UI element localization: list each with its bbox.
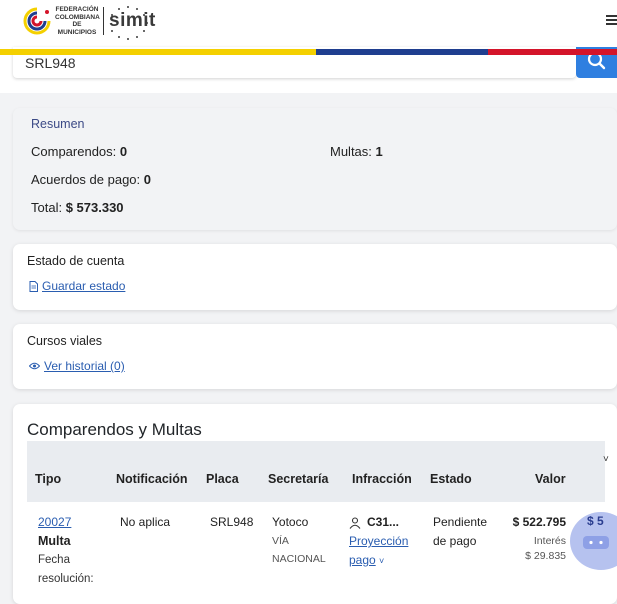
via-line-1: VÍA xyxy=(272,535,289,547)
document-icon xyxy=(29,280,38,292)
comparendo-number-link[interactable]: 20027 xyxy=(38,513,94,532)
row-tipo: Multa xyxy=(38,534,71,548)
fecha-label-2: resolución: xyxy=(38,573,94,585)
acuerdos-count: Acuerdos de pago: 0 xyxy=(31,172,151,187)
cursos-viales-card: Cursos viales Ver historial (0) xyxy=(13,324,617,389)
flag-blue xyxy=(316,49,488,55)
multas-label: Multas: xyxy=(330,144,372,159)
via-line-2: NACIONAL xyxy=(272,553,326,565)
col-valor[interactable]: Valor xyxy=(535,472,566,486)
proyeccion-line-2: pago xyxy=(349,553,376,567)
resumen-title: Resumen xyxy=(31,117,85,131)
eye-icon xyxy=(29,362,40,370)
infraccion-code-text: C31... xyxy=(367,515,400,529)
comparendos-multas-title: Comparendos y Multas xyxy=(27,420,202,439)
federation-line-3: DE MUNICIPIOS xyxy=(57,21,97,36)
interes-label: Interés xyxy=(533,535,566,547)
guardar-estado-link[interactable]: Guardar estado xyxy=(29,279,125,293)
col-secretaria[interactable]: Secretaría xyxy=(268,472,328,486)
person-icon xyxy=(349,516,361,529)
estado-line-2: de pago xyxy=(433,534,477,548)
col-estado[interactable]: Estado xyxy=(430,472,472,486)
row-placa: SRL948 xyxy=(210,515,254,529)
fecha-label-1: Fecha xyxy=(38,554,70,566)
proyeccion-line-2-wrap: pago ˅ xyxy=(349,551,408,571)
estado-cuenta-title: Estado de cuenta xyxy=(27,254,125,268)
fcm-simit-logo[interactable]: FEDERACIÓN COLOMBIANA DE MUNICIPIOS simi… xyxy=(22,6,156,40)
federation-line-1: FEDERACIÓN xyxy=(55,6,99,13)
row-valor: $ 522.795 Interés $ 29.835 xyxy=(500,513,566,562)
proyeccion-pago-link[interactable]: Proyección pago ˅ xyxy=(349,532,408,571)
proyeccion-line-1: Proyección xyxy=(349,534,409,548)
estado-line-1: Pendiente xyxy=(433,515,488,529)
secretaria-name: Yotoco xyxy=(272,515,309,529)
total-amount: Total: $ 573.330 xyxy=(31,200,124,215)
col-notificacion[interactable]: Notificación xyxy=(116,472,188,486)
estado-cuenta-card: Estado de cuenta Guardar estado xyxy=(13,244,617,310)
interes-value: $ 29.835 xyxy=(525,550,566,562)
row-notificacion: No aplica xyxy=(120,515,171,529)
ver-historial-label: Ver historial (0) xyxy=(44,359,125,373)
total-value: $ 573.330 xyxy=(65,200,124,215)
guardar-estado-label: Guardar estado xyxy=(42,279,126,293)
flag-yellow xyxy=(0,49,316,55)
table-row: 20027 Multa Fecha resolución: xyxy=(38,513,94,589)
comparendos-label: Comparendos: xyxy=(31,144,117,159)
federation-name: FEDERACIÓN COLOMBIANA DE MUNICIPIOS xyxy=(55,6,100,36)
chatbot-icon[interactable] xyxy=(580,532,612,552)
chevron-down-icon: ˅ xyxy=(379,556,385,566)
simit-brand: simit xyxy=(109,6,156,40)
hamburger-menu-icon[interactable] xyxy=(605,13,617,27)
col-tipo[interactable]: Tipo xyxy=(35,472,61,486)
resumen-card: Resumen Comparendos: 0 Multas: 1 Acuerdo… xyxy=(13,108,617,230)
acuerdos-value: 0 xyxy=(143,172,151,187)
flag-stripe xyxy=(0,49,617,55)
comparendos-multas-card: Comparendos y Multas xyxy=(13,404,617,604)
comparendos-value: 0 xyxy=(119,144,128,159)
comparendos-count: Comparendos: 0 xyxy=(31,144,127,159)
top-navbar: FEDERACIÓN COLOMBIANA DE MUNICIPIOS simi… xyxy=(0,0,617,49)
col-infraccion[interactable]: Infracción xyxy=(352,472,412,486)
acuerdos-label: Acuerdos de pago: xyxy=(31,172,141,187)
ver-historial-link[interactable]: Ver historial (0) xyxy=(29,359,125,373)
row-total-partial: $ 5 xyxy=(587,514,604,528)
valor-amount: $ 522.795 xyxy=(512,515,566,529)
multas-count: Multas: 1 xyxy=(330,144,383,159)
col-placa[interactable]: Placa xyxy=(206,472,239,486)
fcm-logo-icon xyxy=(23,7,51,35)
flag-red xyxy=(488,49,617,55)
simit-stars-icon xyxy=(111,6,148,40)
federation-line-2: COLOMBIANA xyxy=(55,13,100,21)
row-secretaria: Yotoco VÍA NACIONAL xyxy=(272,513,326,568)
row-estado: Pendiente de pago xyxy=(433,513,487,551)
logo-divider xyxy=(103,7,104,35)
more-columns-icon[interactable]: ˅ xyxy=(603,454,609,465)
infraccion-code[interactable]: C31... xyxy=(349,513,408,532)
cursos-viales-title: Cursos viales xyxy=(27,334,103,348)
row-infraccion: C31... Proyección pago ˅ xyxy=(349,513,408,571)
total-label: Total: xyxy=(31,200,63,215)
multas-value: 1 xyxy=(375,144,383,159)
